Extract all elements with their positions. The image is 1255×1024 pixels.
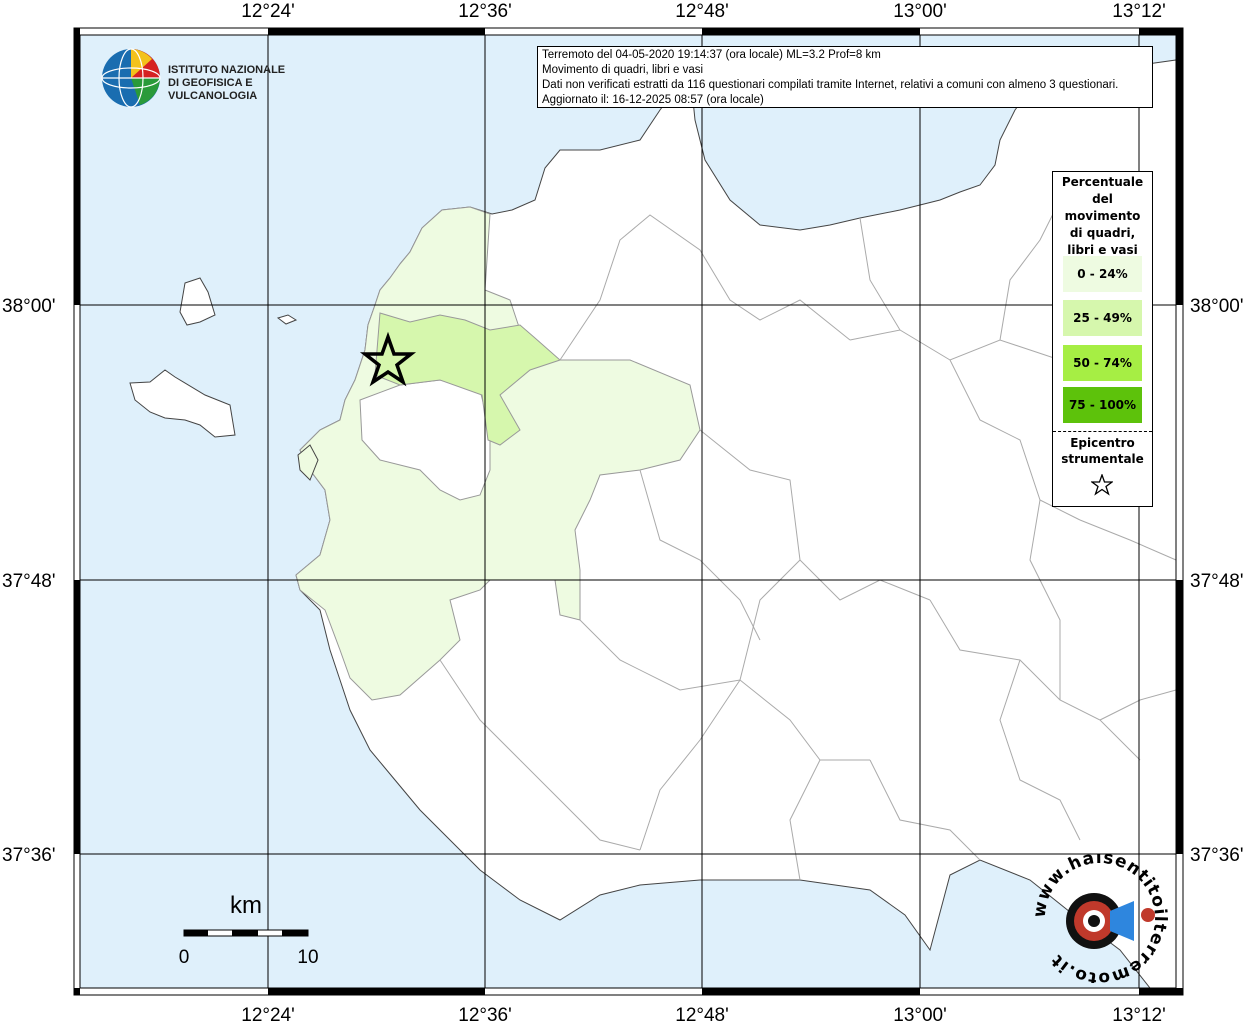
event-updated: Aggiornato il: 16-12-2025 08:57 (ora loc…	[542, 94, 764, 106]
event-parameter: Movimento di quadri, libri e vasi	[542, 64, 704, 76]
ingv-logo: ISTITUTO NAZIONALE DI GEOFISICA E VULCAN…	[100, 47, 315, 111]
right-tick-label: 38°00'	[1190, 296, 1244, 317]
bottom-tick-label: 12°24'	[241, 1005, 295, 1024]
scale-unit: km	[230, 892, 262, 919]
legend: Percentuale del movimento di quadri, lib…	[1052, 171, 1153, 507]
legend-title-line: di quadri,	[1069, 226, 1136, 240]
left-tick-label: 37°48'	[2, 571, 56, 592]
event-info-box: Terremoto del 04-05-2020 19:14:37 (ora l…	[537, 46, 1153, 108]
top-tick-label: 13°00'	[893, 1, 947, 22]
legend-title-line: movimento	[1064, 209, 1141, 223]
bottom-tick-label: 12°48'	[675, 1005, 729, 1024]
event-header: Terremoto del 04-05-2020 19:14:37 (ora l…	[542, 49, 881, 61]
scale-max: 10	[297, 947, 318, 968]
legend-epicenter-line: strumentale	[1061, 452, 1144, 466]
legend-title-line: Percentuale	[1061, 175, 1144, 189]
right-tick-label: 37°36'	[1190, 845, 1244, 866]
legend-item-0-24: 0 - 24%	[1063, 256, 1142, 292]
top-tick-label: 13°12'	[1112, 1, 1166, 22]
scale-min: 0	[179, 947, 190, 968]
legend-epicenter-line: Epicentro	[1070, 436, 1135, 450]
top-tick-label: 12°24'	[241, 1, 295, 22]
left-tick-label: 37°36'	[2, 845, 56, 866]
top-tick-label: 12°48'	[675, 1, 729, 22]
bottom-tick-label: 13°12'	[1112, 1005, 1166, 1024]
ingv-name-line1: ISTITUTO NAZIONALE	[168, 64, 286, 76]
legend-item-50-74: 50 - 74%	[1063, 345, 1142, 381]
haisentito-logo: www.haisentitoilterremoto.it	[1030, 853, 1169, 983]
legend-title: Percentuale del movimento di quadri, lib…	[1053, 172, 1152, 259]
left-tick-label: 38°00'	[2, 296, 56, 317]
ingv-name-line2: DI GEOFISICA E VULCANOLOGIA	[168, 77, 258, 102]
legend-epicenter-label: Epicentro strumentale	[1053, 435, 1152, 467]
legend-star-icon	[1091, 474, 1113, 496]
right-tick-label: 37°48'	[1190, 571, 1244, 592]
bottom-tick-label: 12°36'	[458, 1005, 512, 1024]
legend-item-25-49: 25 - 49%	[1063, 300, 1142, 336]
legend-item-75-100: 75 - 100%	[1063, 387, 1142, 423]
top-tick-label: 12°36'	[458, 1, 512, 22]
bottom-tick-label: 13°00'	[893, 1005, 947, 1024]
legend-divider	[1053, 431, 1152, 432]
ingv-globe-icon	[101, 48, 161, 108]
legend-title-line: del	[1092, 192, 1113, 206]
event-data-note: Dati non verificati estratti da 116 ques…	[542, 79, 1119, 91]
